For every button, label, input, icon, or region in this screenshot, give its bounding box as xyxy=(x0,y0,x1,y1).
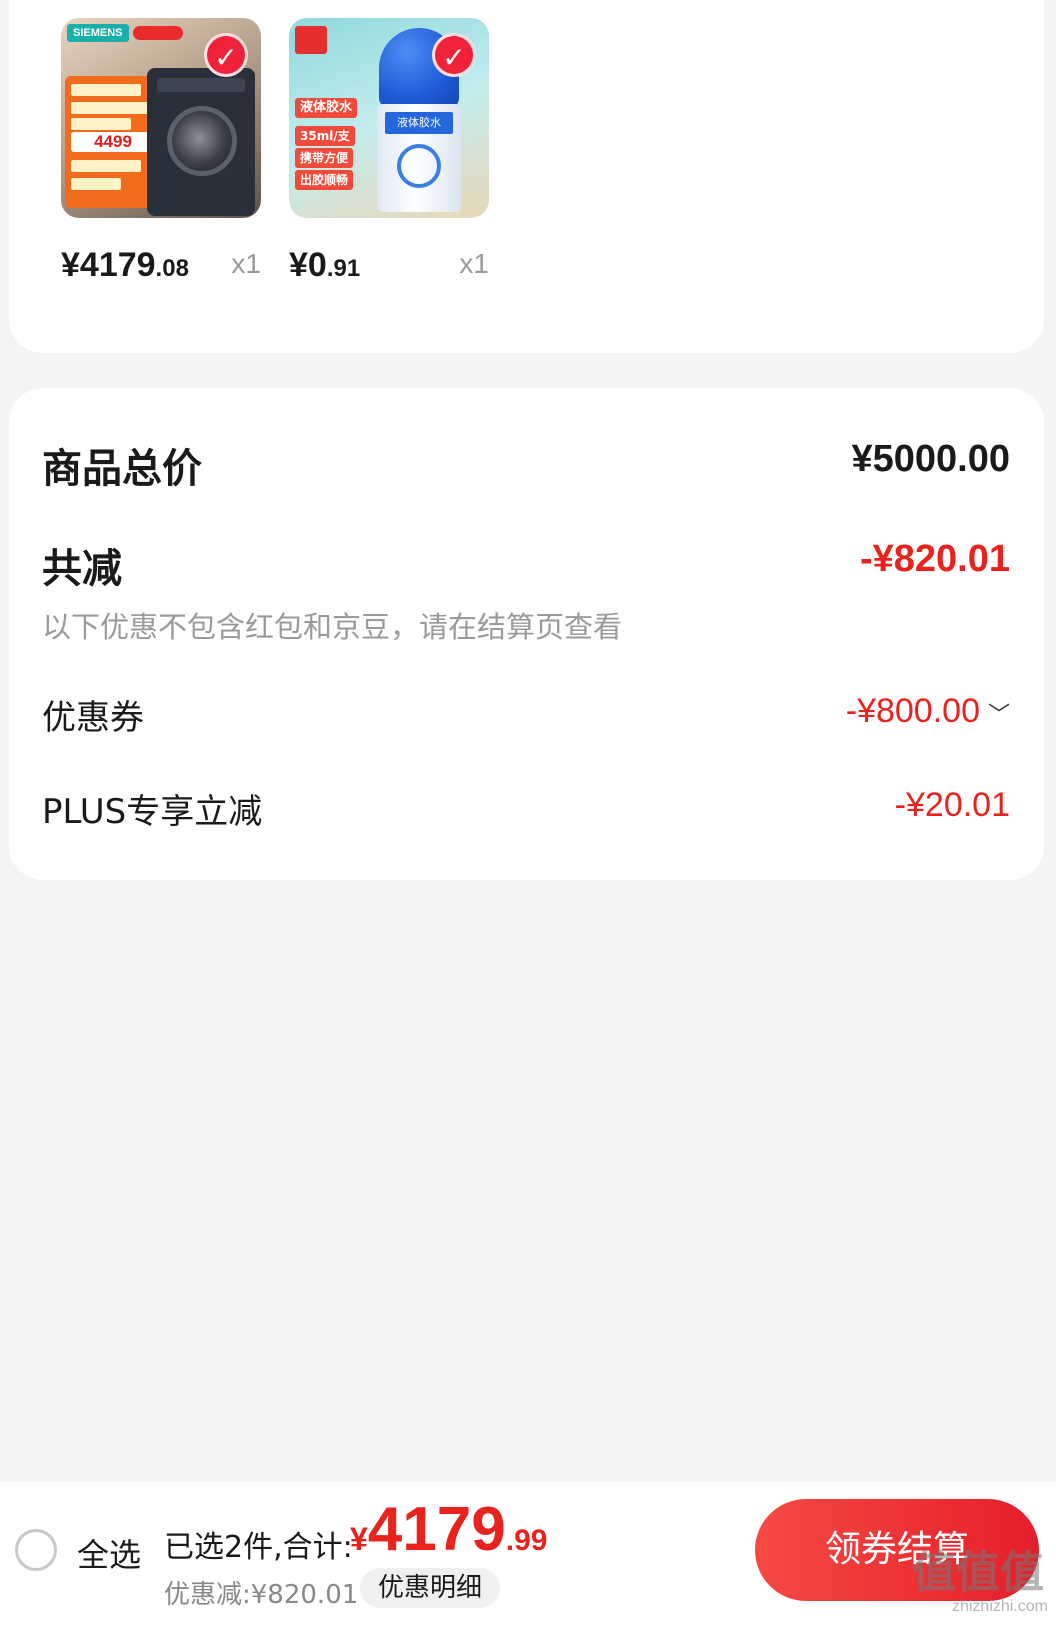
checkout-bar: 全选 已选2件,合计: ¥4179.99 优惠减:¥820.01 优惠明细 领券… xyxy=(0,1482,1056,1626)
plus-discount-label: PLUS专享立减 xyxy=(42,792,263,832)
selected-count-text: 已选2件,合计: xyxy=(164,1530,353,1565)
glue-label: 35ml/支 xyxy=(295,126,355,146)
plus-discount-value: -¥20.01 xyxy=(894,786,1010,824)
check-icon[interactable]: ✓ xyxy=(204,33,248,77)
brand-tag: SIEMENS xyxy=(67,24,129,42)
select-all-label[interactable]: 全选 xyxy=(77,1530,141,1576)
product-image-washer[interactable]: SIEMENS 4499 ✓ xyxy=(61,18,261,218)
product-price: ¥0.91 xyxy=(289,246,361,284)
brand-logo xyxy=(295,26,327,54)
coupon-label: 优惠券 xyxy=(42,698,144,738)
total-amount: ¥4179.99 xyxy=(350,1495,548,1564)
glue-label: 液体胶水 xyxy=(295,98,358,118)
discount-note: 以下优惠不包含红包和京豆，请在结算页查看 xyxy=(42,610,623,644)
site-watermark-url: zhizhizhi.com xyxy=(951,1598,1048,1615)
product-image-glue[interactable]: 液体胶水 35ml/支 携带方便 出胶顺畅 液体胶水 ✓ xyxy=(289,18,489,218)
glue-label: 出胶顺畅 xyxy=(295,170,354,190)
total-price-value: ¥5000.00 xyxy=(851,438,1011,480)
discount-summary: 优惠减:¥820.01 xyxy=(164,1580,359,1610)
glue-label: 携带方便 xyxy=(295,148,354,168)
price-summary-card: 商品总价 ¥5000.00 共减 -¥820.01 以下优惠不包含红包和京豆，请… xyxy=(9,388,1044,880)
chevron-down-icon[interactable]: ﹀ xyxy=(988,697,1010,729)
discount-detail-button[interactable]: 优惠明细 xyxy=(360,1568,501,1608)
product-price: ¥4179.08 xyxy=(61,246,189,284)
discount-value: -¥820.01 xyxy=(859,538,1010,580)
product-quantity: x1 xyxy=(231,248,261,279)
coupon-value[interactable]: -¥800.00 ﹀ xyxy=(846,692,1010,731)
promo-price: 4499 xyxy=(71,132,155,152)
site-watermark: 值值值 xyxy=(912,1547,1044,1598)
discount-label: 共减 xyxy=(42,546,122,592)
product-quantity: x1 xyxy=(459,248,489,279)
selected-products-card: SIEMENS 4499 ✓ ¥4179.08 x1 液体胶水 35ml/支 携… xyxy=(9,0,1044,353)
promo-tag xyxy=(133,26,183,40)
check-icon[interactable]: ✓ xyxy=(432,33,476,77)
glue-bottle-icon: 液体胶水 xyxy=(377,104,461,212)
select-all-radio[interactable] xyxy=(15,1529,57,1571)
washer-icon xyxy=(147,68,255,216)
total-price-label: 商品总价 xyxy=(42,446,202,492)
